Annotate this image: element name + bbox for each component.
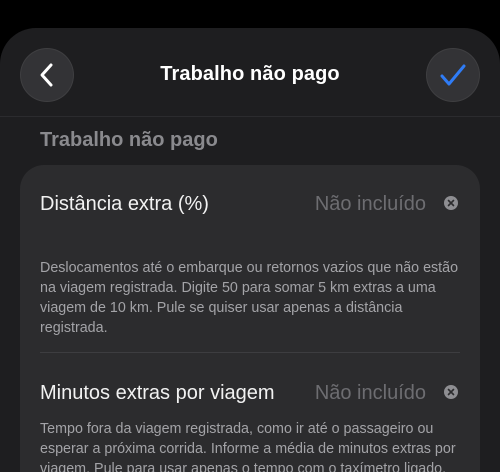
row-divider	[40, 352, 460, 353]
navigation-bar: Trabalho não pago	[0, 28, 500, 123]
extra-distance-label: Distância extra (%)	[40, 193, 209, 215]
modal-sheet: Trabalho não pago Trabalho não pago Dist…	[0, 28, 500, 472]
settings-card: Distância extra (%) Não incluído Desloca…	[20, 165, 480, 472]
close-icon	[447, 388, 455, 396]
extra-distance-description: Deslocamentos até o embarque ou retornos…	[40, 260, 459, 336]
confirm-button[interactable]	[426, 48, 480, 102]
nav-divider	[0, 116, 500, 117]
close-icon	[447, 199, 455, 207]
page-title: Trabalho não pago	[160, 63, 340, 85]
extra-minutes-input[interactable]: Não incluído	[315, 382, 426, 405]
extra-minutes-label: Minutos extras por viagem	[40, 382, 275, 404]
clear-extra-distance-button[interactable]	[444, 196, 458, 210]
extra-minutes-description: Tempo fora da viagem registrada, como ir…	[40, 421, 456, 472]
clear-extra-minutes-button[interactable]	[444, 385, 458, 399]
extra-distance-input[interactable]: Não incluído	[315, 193, 426, 216]
checkmark-icon	[440, 64, 466, 86]
section-title: Trabalho não pago	[40, 129, 218, 151]
